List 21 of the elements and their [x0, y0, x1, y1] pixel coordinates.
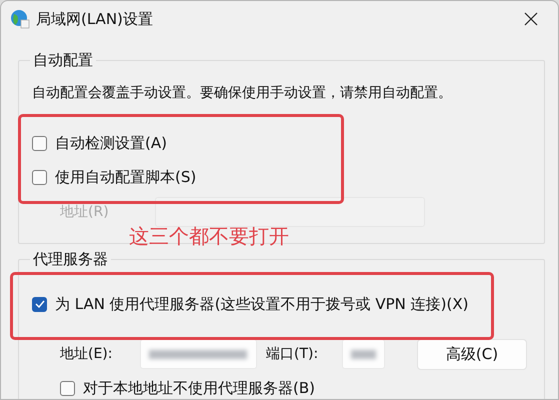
checkbox-label[interactable]: 对于本地地址不使用代理服务器(B): [83, 378, 315, 398]
check-icon: [34, 300, 44, 308]
checkbox[interactable]: [32, 170, 47, 184]
checkbox-label[interactable]: 自动检测设置(A): [55, 134, 167, 152]
advanced-button[interactable]: 高级(C): [417, 338, 527, 370]
group-title: 自动配置: [32, 51, 94, 70]
field-label: 地址(E):: [60, 345, 114, 363]
close-icon: [524, 12, 538, 26]
checkbox[interactable]: [32, 296, 47, 312]
group-title: 代理服务器: [32, 250, 109, 269]
redacted-value: [351, 350, 376, 358]
checkbox[interactable]: [60, 380, 75, 396]
checkbox[interactable]: [32, 136, 47, 150]
field-label: 端口(T):: [266, 345, 320, 363]
annotation-text: 这三个都不要打开: [129, 223, 289, 250]
field-label: 地址(R): [60, 203, 109, 221]
checkbox-label[interactable]: 为 LAN 使用代理服务器(这些设置不用于拨号或 VPN 连接)(X): [55, 294, 468, 314]
description-text: 自动配置会覆盖手动设置。要确保使用手动设置，请禁用自动配置。: [32, 84, 453, 103]
globe-icon: [10, 9, 30, 29]
checkbox-label[interactable]: 使用自动配置脚本(S): [55, 168, 196, 186]
window-title: 局域网(LAN)设置: [36, 10, 154, 28]
